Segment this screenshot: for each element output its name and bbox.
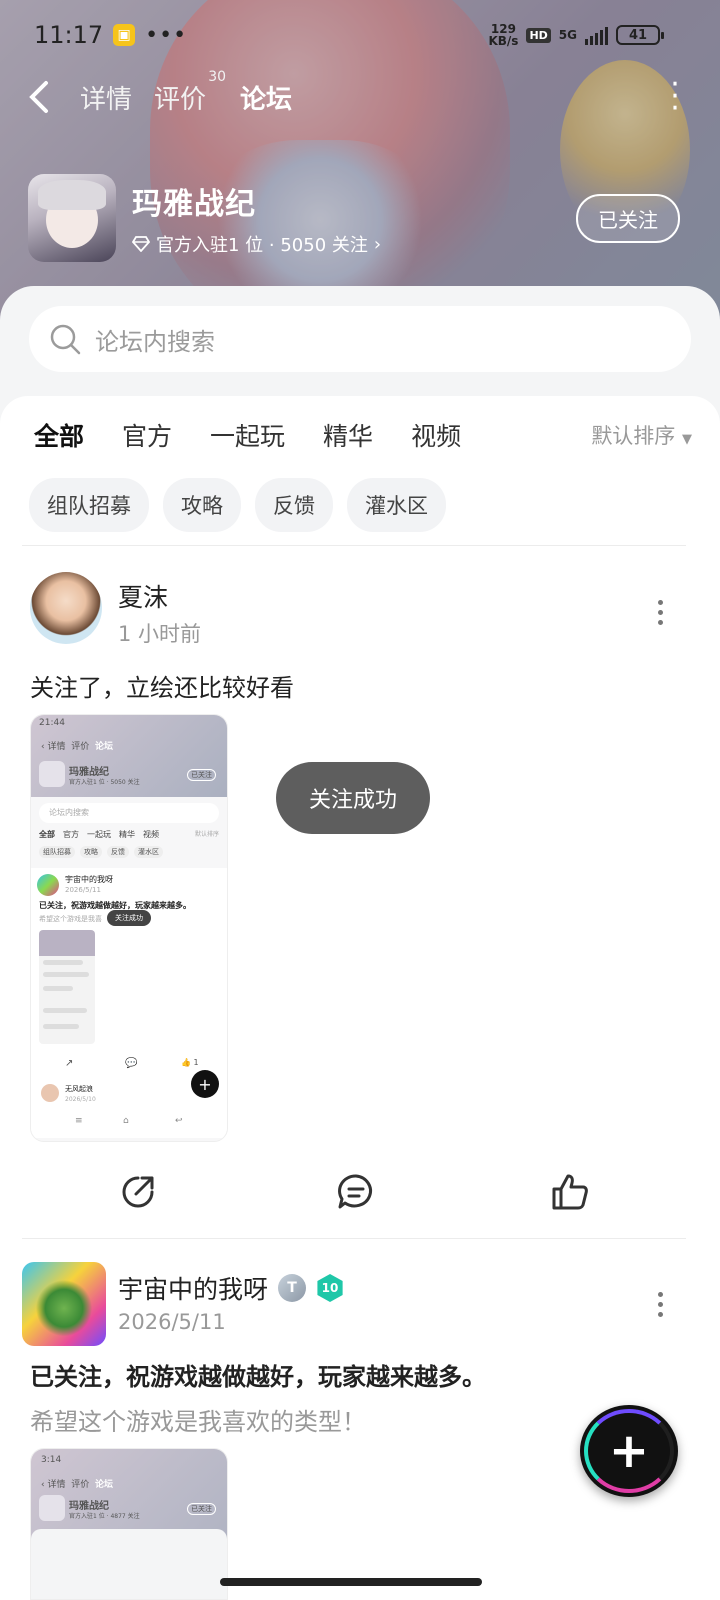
- filter-tab-official[interactable]: 官方: [122, 417, 172, 453]
- filter-tab-play-together[interactable]: 一起玩: [210, 417, 285, 453]
- create-post-button[interactable]: +: [580, 1405, 678, 1497]
- status-time: 11:17: [34, 21, 104, 49]
- filter-tab-all[interactable]: 全部: [34, 417, 84, 453]
- post-author[interactable]: 夏沫: [118, 578, 168, 614]
- hd-icon: HD: [526, 27, 551, 43]
- follow-button[interactable]: 已关注: [576, 193, 680, 243]
- network-type: 5G: [558, 28, 577, 42]
- level-badge-icon: 10: [317, 1274, 343, 1302]
- chip-chat[interactable]: 灌水区: [347, 478, 446, 532]
- status-bar: 11:17 ▣ ••• 129 KB/s HD 5G 41: [34, 18, 664, 52]
- filter-tabs: 全部 官方 一起玩 精华 视频 默认排序 ▼: [34, 410, 692, 460]
- avatar[interactable]: [22, 1262, 106, 1346]
- post-more-icon[interactable]: [658, 1292, 664, 1317]
- caret-down-icon: ▼: [682, 432, 692, 447]
- notification-app-icon: ▣: [113, 24, 136, 46]
- avatar[interactable]: [30, 572, 102, 644]
- signal-icon: [585, 25, 608, 45]
- tab-details[interactable]: 详情: [80, 79, 132, 116]
- post-author[interactable]: 宇宙中的我呀 T 10: [118, 1270, 344, 1306]
- top-nav: 详情 评价 30 论坛 · · ·: [28, 69, 680, 124]
- post-actions: [0, 1168, 720, 1218]
- search-placeholder: 论坛内搜索: [95, 327, 215, 356]
- back-icon[interactable]: [28, 77, 58, 117]
- tab-forum[interactable]: 论坛: [240, 79, 292, 116]
- category-chips: 组队招募 攻略 反馈 灌水区: [29, 478, 446, 532]
- verified-badge-icon: T: [278, 1274, 307, 1302]
- toast-follow-success: 关注成功: [276, 762, 430, 834]
- post-title: 已关注，祝游戏越做越好，玩家越来越多。: [30, 1363, 486, 1391]
- share-icon[interactable]: [118, 1172, 158, 1212]
- game-meta[interactable]: 官方入驻1 位 · 5050 关注 ›: [132, 231, 381, 257]
- tab-reviews[interactable]: 评价 30: [154, 69, 226, 116]
- game-header: 11:17 ▣ ••• 129 KB/s HD 5G 41 详情 评价 30 论…: [0, 0, 720, 320]
- sort-dropdown[interactable]: 默认排序 ▼: [591, 420, 692, 450]
- more-notifications-icon: •••: [145, 22, 188, 48]
- comment-icon[interactable]: [336, 1172, 376, 1212]
- post-time: 2026/5/11: [118, 1310, 226, 1334]
- diamond-icon: [132, 236, 150, 252]
- game-icon[interactable]: [28, 174, 116, 262]
- divider: [22, 545, 686, 546]
- divider: [22, 1238, 686, 1239]
- game-name: 玛雅战纪: [132, 187, 256, 222]
- plus-icon: +: [608, 1423, 650, 1479]
- chevron-right-icon: ›: [373, 233, 382, 255]
- search-icon: [50, 324, 81, 355]
- chip-feedback[interactable]: 反馈: [255, 478, 333, 532]
- chip-guide[interactable]: 攻略: [163, 478, 241, 532]
- search-input[interactable]: 论坛内搜索: [29, 306, 691, 372]
- more-icon[interactable]: · · ·: [670, 70, 680, 124]
- battery-icon: 41: [616, 25, 664, 45]
- filter-tab-featured[interactable]: 精华: [323, 417, 373, 453]
- game-info: 玛雅战纪 官方入驻1 位 · 5050 关注 › 已关注: [28, 172, 680, 264]
- reviews-count: 30: [208, 68, 227, 85]
- post-image[interactable]: 3:14 ‹ 详情 评价 论坛 玛雅战纪 官方入驻1 位 · 4877 关注 已…: [30, 1448, 228, 1600]
- chip-team-recruit[interactable]: 组队招募: [29, 478, 149, 532]
- filter-tab-video[interactable]: 视频: [411, 417, 461, 453]
- post-text: 关注了，立绘还比较好看: [30, 674, 294, 702]
- net-speed: 129 KB/s: [488, 22, 519, 48]
- post-more-icon[interactable]: [658, 600, 664, 625]
- like-icon[interactable]: [550, 1172, 590, 1212]
- post-time: 1 小时前: [118, 622, 202, 646]
- post-image[interactable]: 21:44 ‹ 详情 评价 论坛 玛雅战纪 官方入驻1 位 · 5050 关注 …: [30, 714, 228, 1142]
- post-subtitle: 希望这个游戏是我喜欢的类型！: [30, 1408, 366, 1436]
- home-indicator[interactable]: [220, 1578, 482, 1586]
